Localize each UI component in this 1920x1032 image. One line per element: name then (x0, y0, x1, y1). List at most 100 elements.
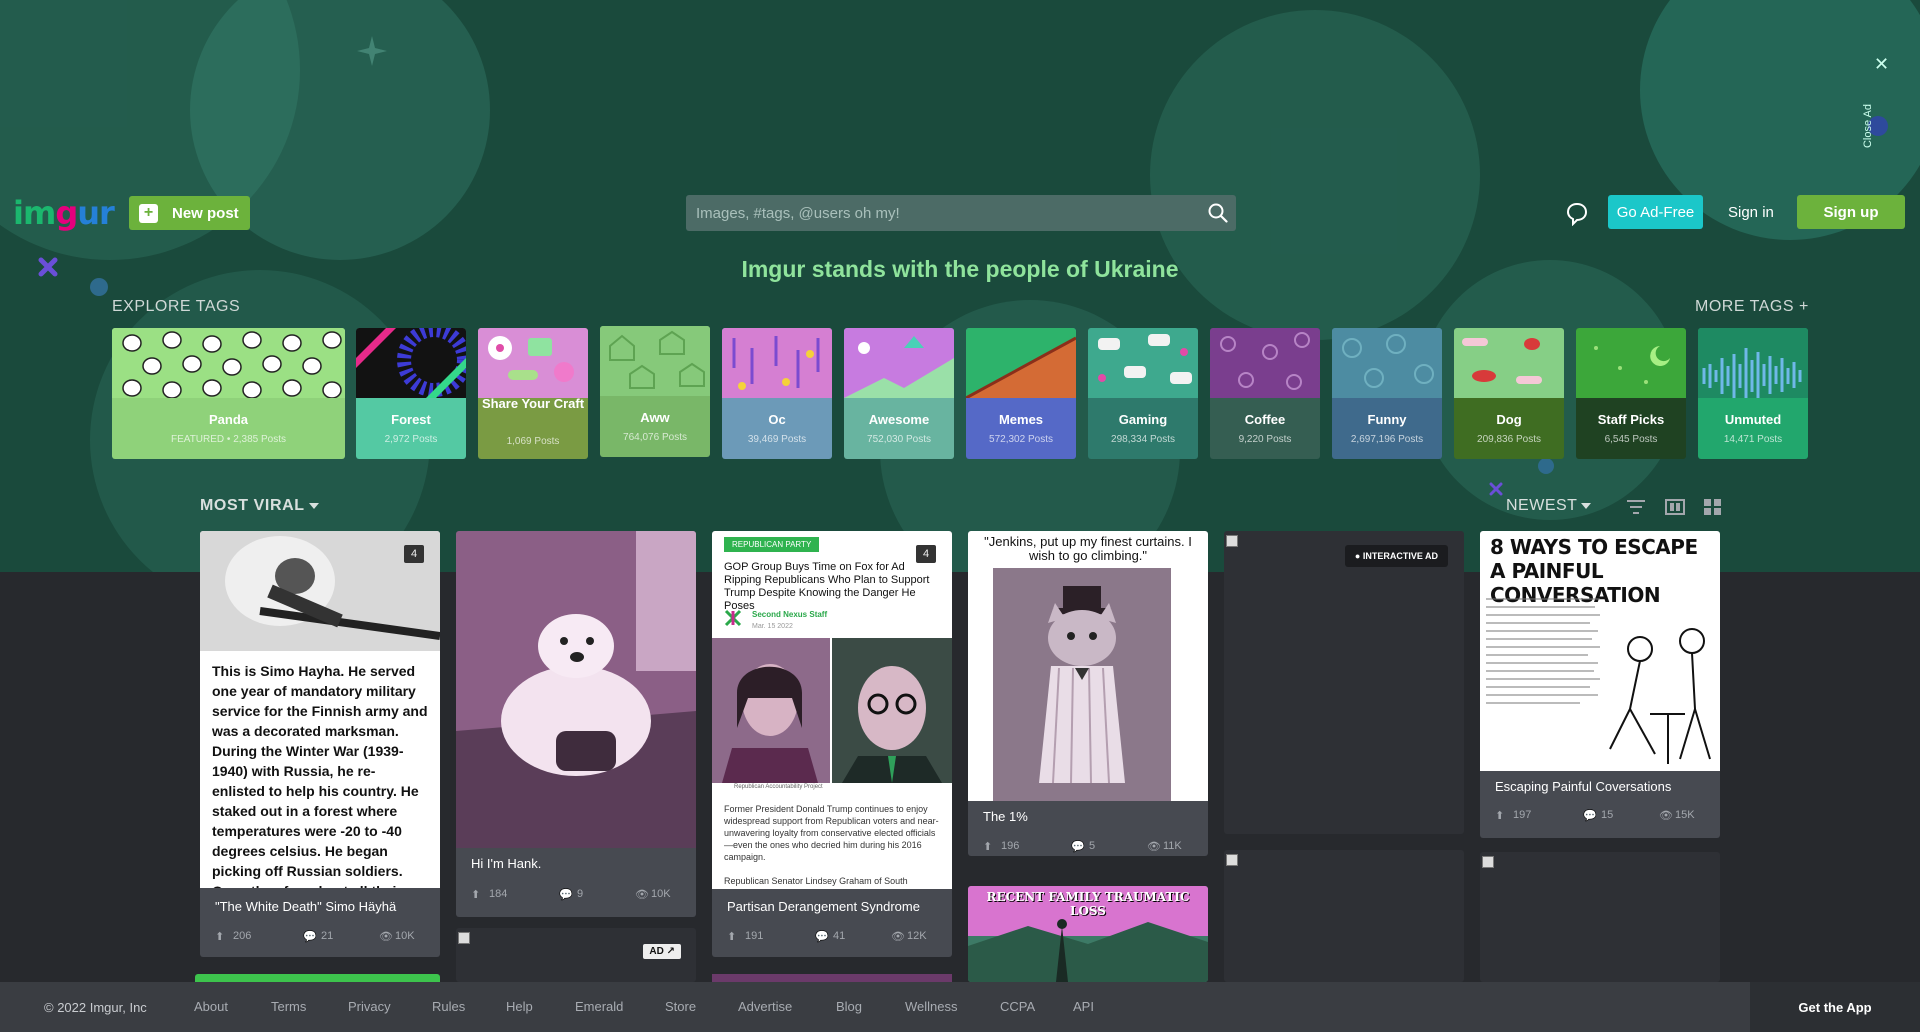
post-title: "The White Death" Simo Häyhä (215, 899, 397, 914)
upvote-icon[interactable]: ⬆ (1495, 809, 1504, 822)
tag-awesome[interactable]: Awesome 752,030 Posts (844, 328, 954, 459)
upvote-icon[interactable]: ⬆ (471, 888, 480, 901)
post-stats: ⬆ 206 💬 21 👁 10K (215, 930, 425, 944)
tag-count: 1,069 Posts (506, 436, 560, 447)
photo-caption: Republican Accountability Project (734, 784, 823, 790)
tag-oc[interactable]: Oc 39,469 Posts (722, 328, 832, 459)
footer-link-help[interactable]: Help (506, 999, 533, 1014)
comment-count: 9 (577, 888, 584, 900)
views-icon: 👁 (891, 931, 905, 943)
search-input[interactable] (696, 195, 1186, 231)
sort-dropdown[interactable]: MOST VIRAL (200, 497, 319, 515)
aww-tag-image (600, 326, 710, 396)
footer-link-rules[interactable]: Rules (432, 999, 465, 1014)
filter-lines-icon[interactable] (1626, 498, 1646, 516)
upvote-icon[interactable]: ⬆ (727, 930, 736, 943)
ad-card[interactable]: AD ↗ (456, 928, 696, 982)
post-card[interactable]: Hi I'm Hank. ⬆ 184 💬 9 👁 10K (456, 531, 696, 917)
image-count-badge: 4 (404, 545, 424, 563)
get-the-app-button[interactable]: Get the App (1750, 982, 1920, 1032)
tag-dog[interactable]: Dog 209,836 Posts (1454, 328, 1564, 459)
upvote-count: 197 (1513, 809, 1532, 821)
imgur-logo[interactable]: imgur (13, 194, 115, 232)
staff-picks-tag-image (1576, 328, 1686, 398)
tag-name: Unmuted (1724, 412, 1782, 427)
tag-staff-picks[interactable]: Staff Picks 6,545 Posts (1576, 328, 1686, 459)
footer-link-terms[interactable]: Terms (271, 999, 306, 1014)
footer-link-privacy[interactable]: Privacy (348, 999, 391, 1014)
comment-count: 15 (1601, 809, 1614, 821)
ad-badge[interactable]: AD ↗ (643, 944, 681, 959)
tag-unmuted[interactable]: Unmuted 14,471 Posts (1698, 328, 1808, 459)
forest-tag-image (356, 328, 466, 398)
post-card[interactable]: 8 WAYS TO ESCAPE A PAINFUL CONVERSATION … (1480, 531, 1720, 838)
panda-pattern-image (112, 328, 345, 398)
broken-image-icon (1226, 535, 1238, 547)
footer-link-blog[interactable]: Blog (836, 999, 862, 1014)
tag-funny[interactable]: Funny 2,697,196 Posts (1332, 328, 1442, 459)
interactive-ad-card[interactable]: ● INTERACTIVE AD (1224, 531, 1464, 834)
next-card-top[interactable] (712, 974, 952, 982)
tag-memes[interactable]: Memes 572,302 Posts (966, 328, 1076, 459)
upvote-icon[interactable]: ⬆ (215, 930, 224, 943)
new-post-button[interactable]: + New post (129, 196, 250, 230)
article-body: Former President Donald Trump continues … (724, 804, 939, 862)
comment-count: 21 (321, 930, 334, 942)
tag-count: 14,471 Posts (1723, 434, 1783, 445)
post-card[interactable]: "Jenkins, put up my finest curtains. I w… (968, 531, 1208, 856)
footer-link-emerald[interactable]: Emerald (575, 999, 623, 1014)
upvote-count: 206 (233, 930, 252, 942)
tag-count: 2,972 Posts (384, 434, 438, 445)
tag-gaming[interactable]: Gaming 298,334 Posts (1088, 328, 1198, 459)
sign-up-button[interactable]: Sign up (1797, 195, 1905, 229)
interactive-ad-badge: ● INTERACTIVE AD (1344, 545, 1448, 567)
more-tags-link[interactable]: MORE TAGS + (1695, 298, 1809, 316)
close-icon[interactable]: ✕ (1874, 54, 1889, 75)
post-card[interactable]: REPUBLICAN PARTY GOP Group Buys Time on … (712, 531, 952, 957)
tag-coffee[interactable]: Coffee 9,220 Posts (1210, 328, 1320, 459)
waterfall-view-icon[interactable] (1665, 498, 1685, 516)
footer-link-about[interactable]: About (194, 999, 228, 1014)
search-icon[interactable] (1208, 203, 1228, 223)
footer-link-wellness[interactable]: Wellness (905, 999, 958, 1014)
chat-bubble-icon[interactable] (1566, 202, 1588, 226)
promoted-card-top[interactable] (195, 974, 440, 982)
footer-link-api[interactable]: API (1073, 999, 1094, 1014)
tag-count: 752,030 Posts (867, 434, 931, 445)
grid-view-icon[interactable] (1703, 498, 1723, 516)
tag-forest[interactable]: Forest 2,972 Posts (356, 328, 466, 459)
tag-count: FEATURED • 2,385 Posts (170, 434, 287, 445)
new-post-label: New post (172, 204, 239, 222)
go-ad-free-button[interactable]: Go Ad-Free (1608, 195, 1703, 229)
source-logo (724, 609, 742, 627)
sign-in-link[interactable]: Sign in (1728, 195, 1774, 229)
post-title: Escaping Painful Coversations (1495, 779, 1672, 794)
ad-card[interactable] (1224, 850, 1464, 982)
party-tag: REPUBLICAN PARTY (724, 537, 820, 552)
footer-link-store[interactable]: Store (665, 999, 696, 1014)
views-count: 10K (395, 930, 415, 942)
post-card[interactable]: 4 This is Simo Hayha. He served one year… (200, 531, 440, 957)
upvote-count: 196 (1001, 840, 1020, 852)
tag-share-your-craft[interactable]: Share Your Craft 1,069 Posts (478, 328, 588, 459)
tag-name: Oc (768, 412, 786, 427)
tag-panda[interactable]: Panda FEATURED • 2,385 Posts (112, 328, 345, 459)
footer-link-ccpa[interactable]: CCPA (1000, 999, 1035, 1014)
search-bar (686, 195, 1236, 231)
upvote-icon[interactable]: ⬆ (983, 840, 992, 853)
post-stats: ⬆ 191 💬 41 👁 12K (727, 930, 937, 944)
awesome-tag-image (844, 328, 954, 398)
tag-name: Staff Picks (1597, 412, 1665, 427)
ukraine-banner[interactable]: Imgur stands with the people of Ukraine (0, 256, 1920, 283)
footer-link-advertise[interactable]: Advertise (738, 999, 792, 1014)
comment-count: 41 (833, 930, 846, 942)
order-dropdown[interactable]: NEWEST (1506, 497, 1592, 515)
close-ad-button[interactable]: ✕ Close Ad (1862, 50, 1898, 150)
tag-name: Aww (640, 410, 670, 425)
comment-icon: 💬 (303, 931, 317, 943)
ad-card[interactable] (1480, 852, 1720, 982)
tag-aww[interactable]: Aww 764,076 Posts (600, 326, 710, 457)
post-card[interactable]: RECENT FAMILY TRAUMATIC LOSS (968, 886, 1208, 982)
article-headline: GOP Group Buys Time on Fox for Ad Rippin… (724, 561, 930, 612)
coffee-tag-image (1210, 328, 1320, 398)
